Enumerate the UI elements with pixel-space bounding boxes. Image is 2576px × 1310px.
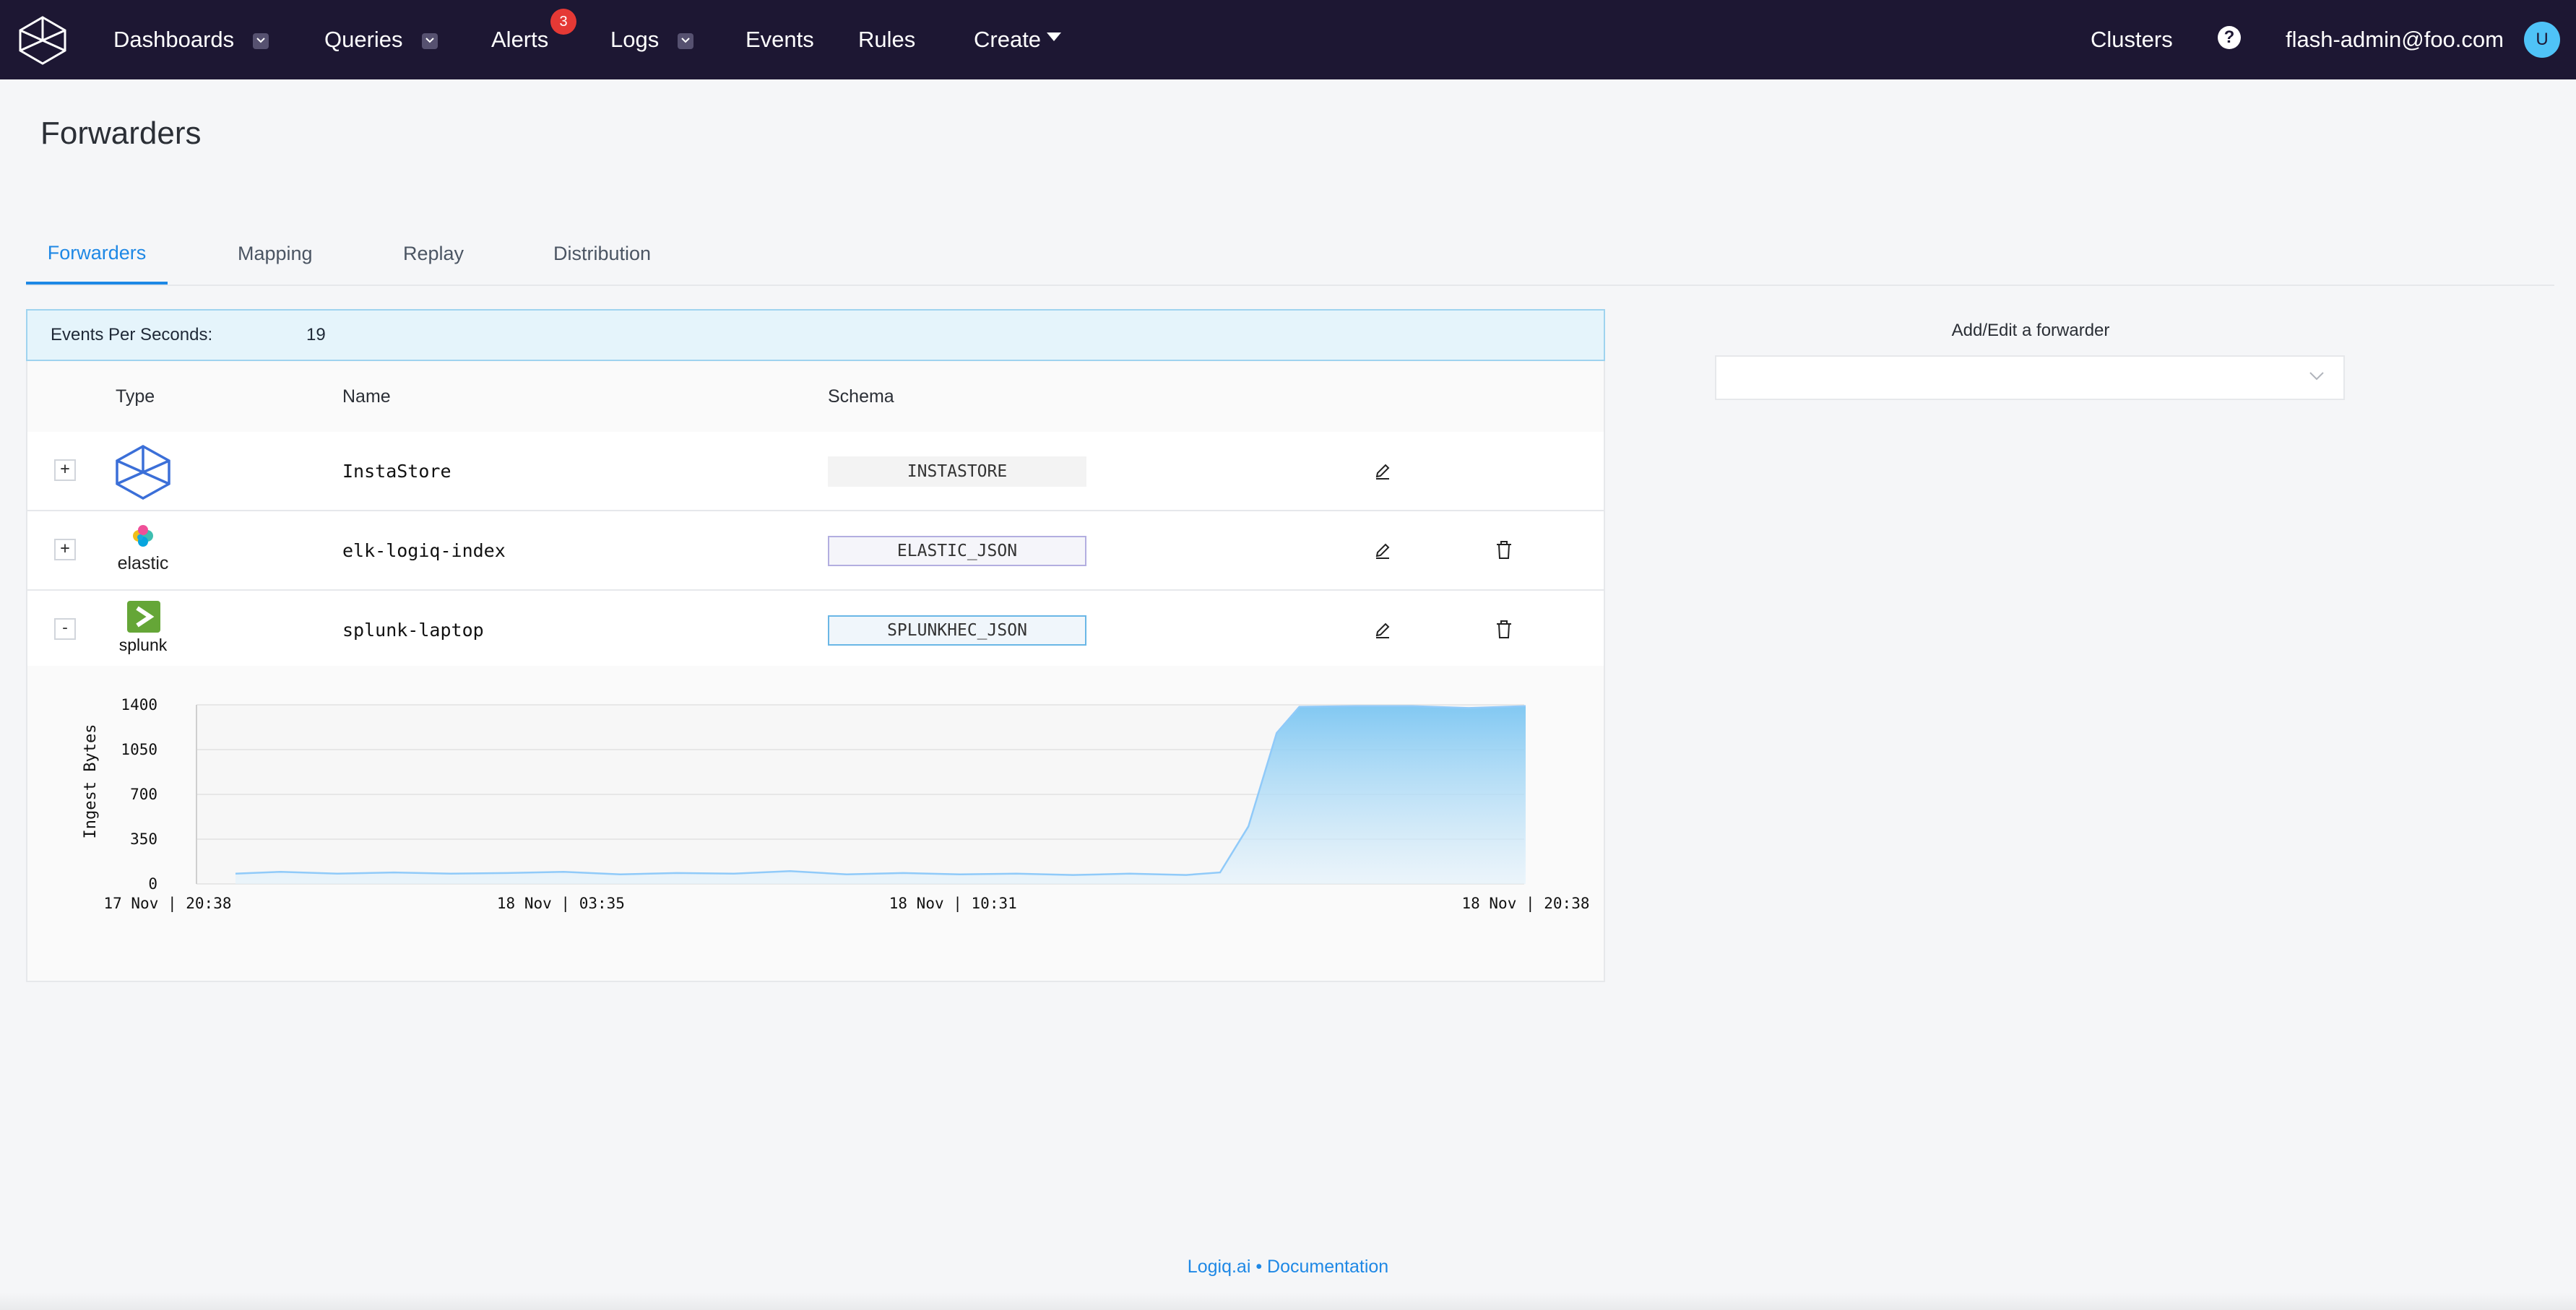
footer-separator: • <box>1255 1257 1263 1277</box>
x-tick-label: 18 Nov | 10:31 <box>889 895 1017 913</box>
tab-forwarders[interactable]: Forwarders <box>26 224 168 285</box>
footer: Logiq.ai • Documentation <box>0 1257 2576 1278</box>
nav-queries-label: Queries <box>324 27 403 52</box>
y-tick-label: 1400 <box>121 696 157 713</box>
nav-queries[interactable]: Queries <box>324 0 438 79</box>
instastore-logo-icon <box>116 444 170 500</box>
tab-bar: Forwarders Mapping Replay Distribution <box>26 224 2554 286</box>
table-header: Type Name Schema <box>27 361 1604 433</box>
help-icon[interactable]: ? <box>2218 26 2241 49</box>
eps-value: 19 <box>306 325 326 344</box>
y-tick-label: 700 <box>130 786 157 803</box>
x-tick-label: 17 Nov | 20:38 <box>103 895 231 913</box>
nav-events-label: Events <box>745 27 814 52</box>
nav-alerts-label: Alerts <box>491 27 549 52</box>
y-axis-label: Ingest Bytes <box>82 724 100 839</box>
tab-distribution[interactable]: Distribution <box>553 224 651 283</box>
schema-badge: ELASTIC_JSON <box>828 536 1086 566</box>
x-tick-label: 18 Nov | 20:38 <box>1461 895 1589 913</box>
forwarders-table: Type Name Schema + InstaStore INSTASTORE… <box>26 361 1605 982</box>
nav-create[interactable]: Create <box>974 0 1062 79</box>
chevron-down-icon[interactable] <box>253 33 269 49</box>
nav-logs[interactable]: Logs <box>610 0 694 79</box>
expand-row-button[interactable]: + <box>54 539 76 560</box>
schema-badge: SPLUNKHEC_JSON <box>828 615 1086 646</box>
nav-dashboards-label: Dashboards <box>113 27 235 52</box>
documentation-link[interactable]: Documentation <box>1267 1257 1388 1277</box>
logiq-link[interactable]: Logiq.ai <box>1188 1257 1251 1277</box>
y-tick-label: 0 <box>148 875 157 893</box>
chevron-down-icon <box>2309 372 2324 381</box>
nav-clusters[interactable]: Clusters <box>2091 0 2173 79</box>
alerts-count-badge: 3 <box>550 9 576 35</box>
expand-row-button[interactable]: + <box>54 459 76 481</box>
splunk-logo-icon: splunk <box>113 601 173 661</box>
edit-pencil-icon[interactable] <box>1371 618 1394 641</box>
edit-pencil-icon[interactable] <box>1371 459 1394 482</box>
forwarder-name: InstaStore <box>342 460 451 482</box>
add-edit-forwarder-label: Add/Edit a forwarder <box>1951 321 2110 340</box>
splunk-logo-text: splunk <box>118 636 168 654</box>
table-row: - splunk splunk-laptop SPLUNKHEC_JSON <box>27 591 1604 670</box>
chevron-down-icon[interactable] <box>678 33 694 49</box>
events-per-second-bar: Events Per Seconds: 19 <box>26 309 1605 361</box>
nav-alerts[interactable]: Alerts <box>491 0 548 79</box>
user-menu[interactable]: flash-admin@foo.com <box>2286 0 2504 79</box>
header-name: Name <box>342 386 391 407</box>
logiq-logo-icon[interactable] <box>14 12 71 68</box>
edit-pencil-icon[interactable] <box>1371 539 1394 562</box>
elastic-logo-icon: elastic <box>113 521 173 582</box>
nav-rules[interactable]: Rules <box>858 0 915 79</box>
page-title: Forwarders <box>40 116 202 151</box>
nav-dashboards[interactable]: Dashboards <box>113 0 269 79</box>
tab-mapping[interactable]: Mapping <box>238 224 313 283</box>
forwarder-type-select[interactable] <box>1715 355 2345 400</box>
delete-trash-icon[interactable] <box>1492 618 1516 641</box>
user-email: flash-admin@foo.com <box>2286 27 2504 52</box>
nav-create-label: Create <box>974 27 1042 52</box>
table-row: + elastic elk-logiq-index ELASTIC_JSON <box>27 511 1604 591</box>
ingest-chart-panel: 0 350 700 1050 1400 17 Nov | 20:38 18 Nov | 03… <box>27 666 1604 981</box>
schema-badge: INSTASTORE <box>828 456 1086 487</box>
nav-logs-label: Logs <box>610 27 660 52</box>
forwarder-name: splunk-laptop <box>342 619 484 641</box>
eps-label: Events Per Seconds: <box>51 325 213 344</box>
forwarder-name: elk-logiq-index <box>342 539 506 561</box>
y-tick-label: 1050 <box>121 741 157 758</box>
page-bottom-edge <box>0 1293 2576 1310</box>
ingest-bytes-chart: 0 350 700 1050 1400 17 Nov | 20:38 18 Nov | 03… <box>82 696 1590 913</box>
elastic-logo-text: elastic <box>117 553 169 573</box>
delete-trash-icon[interactable] <box>1492 539 1516 562</box>
avatar[interactable]: U <box>2524 22 2560 58</box>
y-tick-label: 350 <box>130 830 157 848</box>
top-navbar: Dashboards Queries Alerts 3 Logs Events … <box>0 0 2576 79</box>
header-type: Type <box>116 386 155 407</box>
nav-rules-label: Rules <box>858 27 916 52</box>
table-row: + InstaStore INSTASTORE <box>27 432 1604 511</box>
chevron-down-icon[interactable] <box>421 33 438 49</box>
header-schema: Schema <box>828 386 894 407</box>
x-tick-label: 18 Nov | 03:35 <box>497 895 625 913</box>
tab-replay[interactable]: Replay <box>403 224 464 283</box>
nav-events[interactable]: Events <box>745 0 814 79</box>
nav-clusters-label: Clusters <box>2091 27 2173 52</box>
caret-down-icon <box>1047 32 1062 41</box>
collapse-row-button[interactable]: - <box>54 618 76 640</box>
